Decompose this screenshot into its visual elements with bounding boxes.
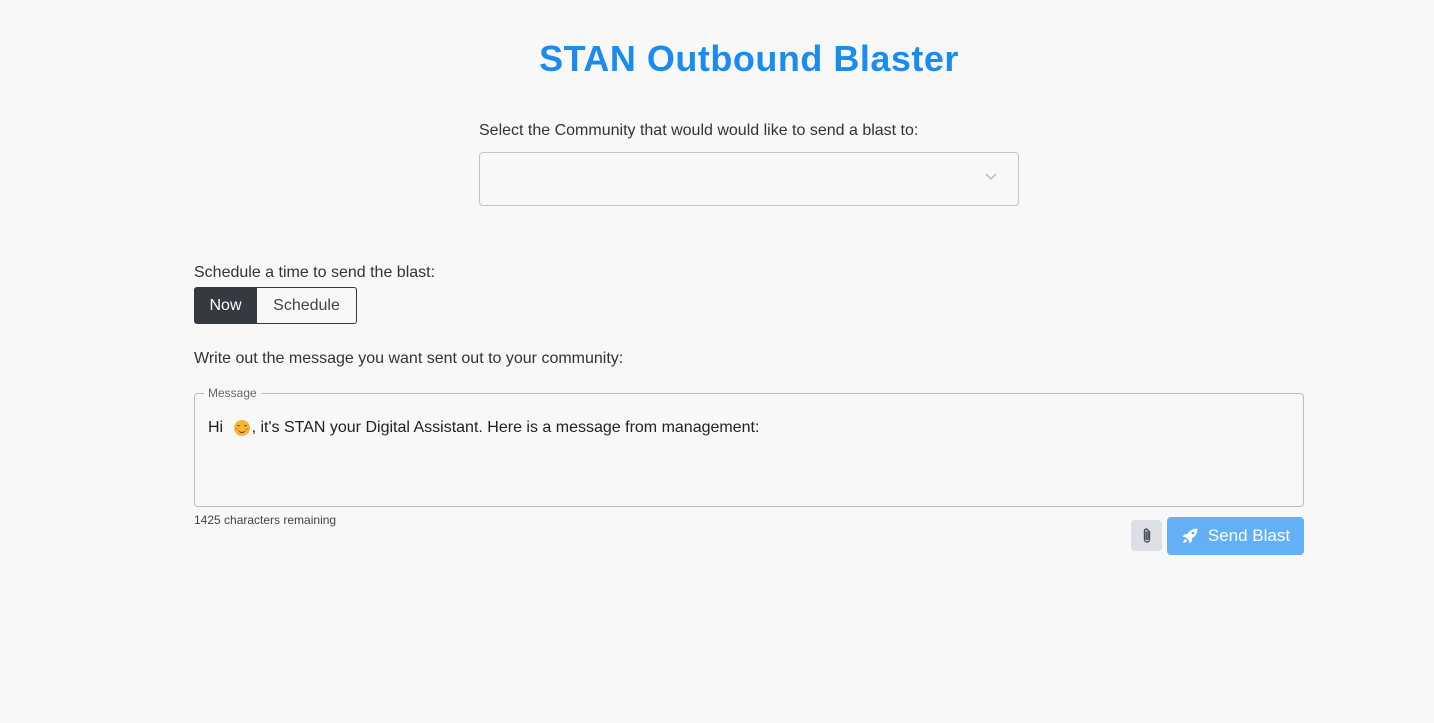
chevron-down-icon [985, 173, 997, 181]
page-title: STAN Outbound Blaster [539, 38, 959, 79]
message-content: Hi , it's STAN your Digital Assistant. H… [208, 419, 759, 437]
rocket-icon [1182, 528, 1198, 544]
message-text-rest: , it's STAN your Digital Assistant. Here… [251, 419, 760, 436]
message-textarea[interactable]: Message Hi , it's STAN your Digital Assi… [194, 386, 1304, 507]
community-select[interactable] [479, 152, 1019, 206]
send-blast-label: Send Blast [1207, 526, 1291, 545]
attach-button[interactable] [1131, 520, 1162, 551]
message-label: Write out the message you want sent out … [194, 350, 624, 367]
message-field-legend: Message [208, 386, 257, 400]
message-text-start: Hi [208, 419, 228, 436]
now-toggle-button[interactable]: Now [194, 287, 257, 324]
send-blast-button[interactable]: Send Blast [1167, 517, 1304, 555]
schedule-toggle-group: Now Schedule [194, 287, 357, 324]
schedule-label: Schedule a time to send the blast: [194, 264, 436, 281]
smiling-face-emoji [233, 420, 250, 436]
page: STAN Outbound Blaster Select the Communi… [0, 0, 1434, 723]
schedule-toggle-button[interactable]: Schedule [257, 287, 357, 324]
paperclip-icon [1143, 527, 1150, 543]
community-select-label: Select the Community that would would li… [479, 122, 919, 139]
chars-remaining-counter: 1425 characters remaining [194, 513, 337, 527]
